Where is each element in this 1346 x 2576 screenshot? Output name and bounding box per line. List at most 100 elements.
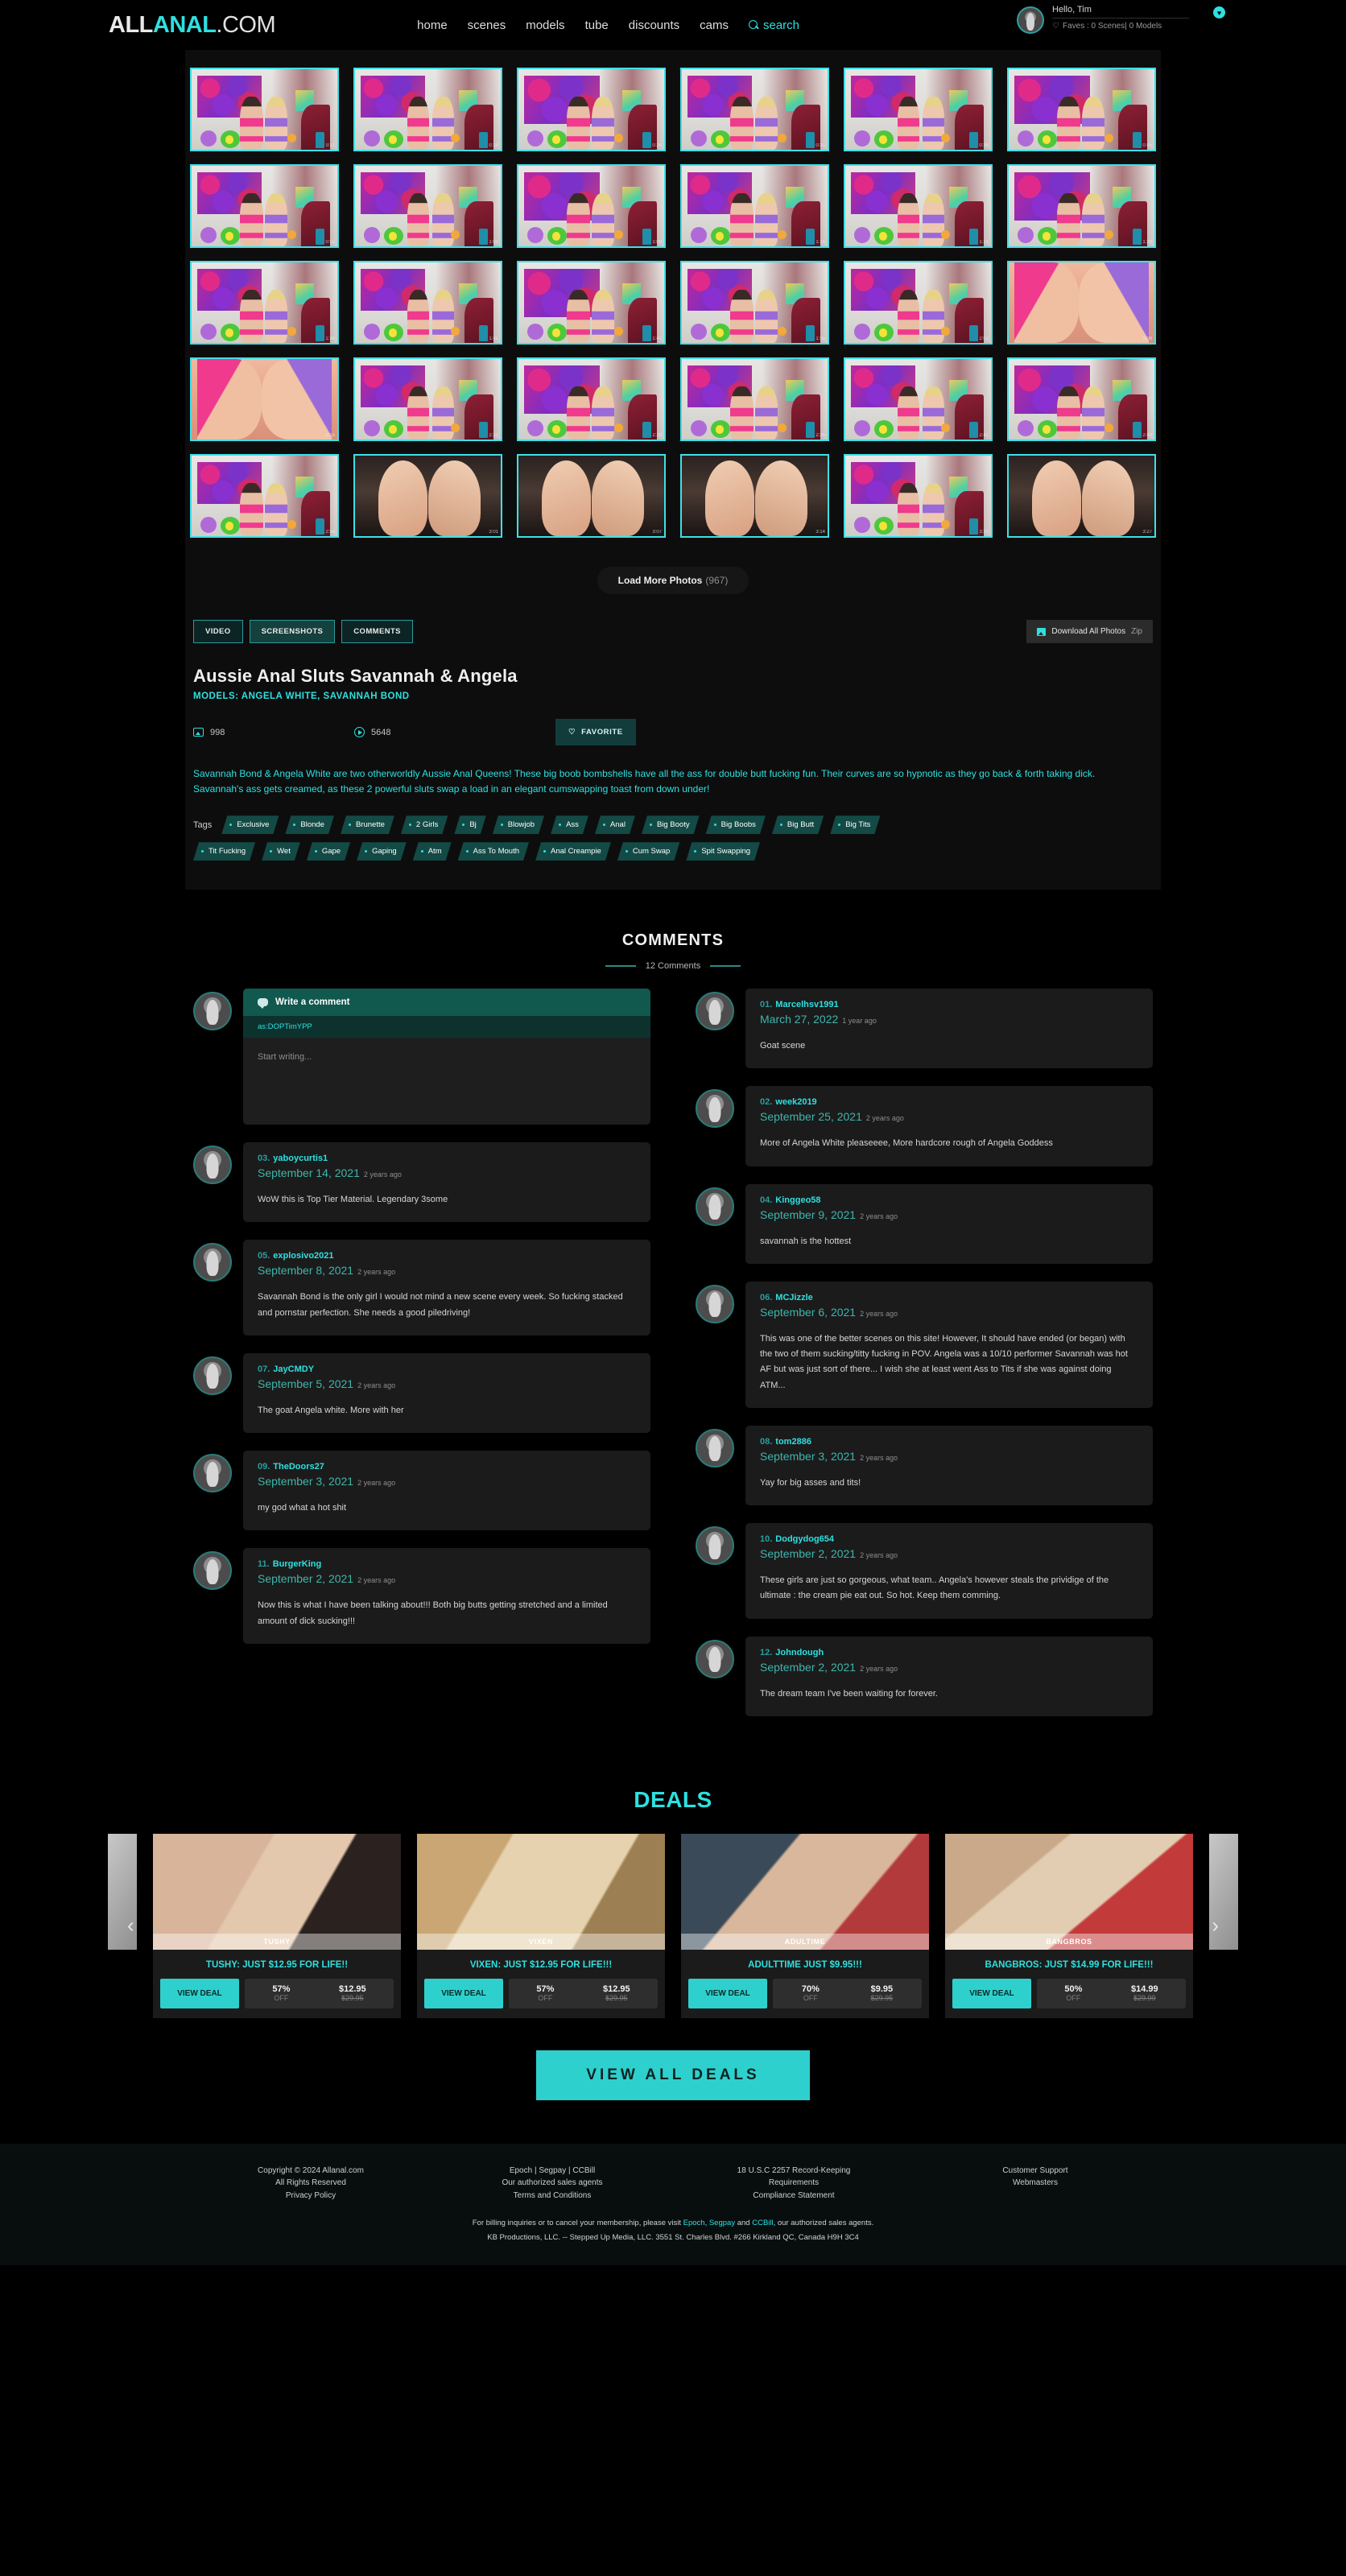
photo-thumbnail[interactable]: 2:35: [680, 357, 829, 441]
nav-item-home[interactable]: home: [417, 19, 448, 32]
comment-author[interactable]: MCJizzle: [775, 1293, 812, 1302]
photo-thumbnail[interactable]: 3:14: [680, 454, 829, 538]
tag-chip[interactable]: Blonde: [285, 815, 334, 834]
photo-thumbnail[interactable]: 1:09: [517, 164, 666, 248]
photo-thumbnail[interactable]: 0:18: [353, 68, 502, 151]
photo-thumbnail[interactable]: 3:07: [517, 454, 666, 538]
comment-author[interactable]: Marcelhsv1991: [775, 1000, 838, 1009]
nav-search-button[interactable]: search: [748, 19, 799, 32]
photo-thumbnail[interactable]: 3:20: [844, 454, 993, 538]
segpay-link[interactable]: Segpay: [709, 2219, 735, 2227]
photo-thumbnail[interactable]: 2:54: [190, 454, 339, 538]
tag-chip[interactable]: Cum Swap: [617, 842, 679, 861]
photo-thumbnail[interactable]: 2:08: [1007, 261, 1156, 345]
footer-billing-agents[interactable]: Epoch | Segpay | CCBill: [431, 2165, 673, 2178]
deal-card[interactable]: TUSHY TUSHY: JUST $12.95 FOR LIFE!! VIEW D…: [153, 1833, 401, 2018]
footer-privacy-policy-link[interactable]: Privacy Policy: [190, 2190, 431, 2202]
view-deal-button[interactable]: VIEW DEAL: [160, 1978, 239, 2008]
comment-author[interactable]: yaboycurtis1: [273, 1154, 328, 1163]
comment-author[interactable]: TheDoors27: [273, 1462, 324, 1472]
tag-chip[interactable]: Blowjob: [493, 815, 544, 834]
favorite-button[interactable]: ♡ FAVORITE: [555, 719, 636, 745]
tag-chip[interactable]: Bj: [454, 815, 485, 834]
tab-comments[interactable]: COMMENTS: [341, 620, 413, 643]
tag-chip[interactable]: 2 Girls: [401, 815, 448, 834]
comment-author[interactable]: Dodgydog654: [775, 1534, 834, 1544]
tag-chip[interactable]: Ass: [551, 815, 588, 834]
load-more-photos-button[interactable]: Load More Photos (967): [597, 567, 749, 594]
comment-author[interactable]: tom2886: [775, 1437, 811, 1447]
comment-author[interactable]: week2019: [775, 1097, 816, 1107]
tag-chip[interactable]: Big Butt: [772, 815, 824, 834]
photo-thumbnail[interactable]: 2:41: [844, 357, 993, 441]
site-logo[interactable]: ALLANAL.COM: [109, 12, 276, 39]
nav-item-tube[interactable]: tube: [585, 19, 609, 32]
view-all-deals-button[interactable]: VIEW ALL DEALS: [536, 2050, 810, 2100]
photo-thumbnail[interactable]: 0:45: [1007, 68, 1156, 151]
tag-chip[interactable]: Spit Swapping: [686, 842, 760, 861]
view-deal-button[interactable]: VIEW DEAL: [424, 1978, 503, 2008]
comment-author[interactable]: Johndough: [775, 1648, 824, 1657]
photo-thumbnail[interactable]: 2:28: [517, 357, 666, 441]
ccbill-link[interactable]: CCBill: [752, 2219, 773, 2227]
comment-author[interactable]: explosivo2021: [273, 1251, 333, 1261]
tag-chip[interactable]: Anal: [595, 815, 635, 834]
tab-screenshots[interactable]: SCREENSHOTS: [249, 620, 336, 643]
tag-chip[interactable]: Anal Creampie: [535, 842, 611, 861]
photo-thumbnail[interactable]: 2:02: [844, 261, 993, 345]
comment-author[interactable]: JayCMDY: [273, 1364, 314, 1374]
photo-thumbnail[interactable]: 1:41: [353, 261, 502, 345]
photo-thumbnail[interactable]: 1:02: [353, 164, 502, 248]
photo-thumbnail[interactable]: 1:47: [517, 261, 666, 345]
photo-thumbnail[interactable]: 3:01: [353, 454, 502, 538]
user-account-box[interactable]: Hello, Tim ♡ Faves : 0 Scenes| 0 Models …: [1017, 5, 1225, 34]
photo-thumbnail[interactable]: 0:38: [844, 68, 993, 151]
footer-customer-support-link[interactable]: Customer Support: [915, 2165, 1156, 2178]
nav-item-discounts[interactable]: discounts: [629, 19, 679, 32]
photo-thumbnail[interactable]: 0:52: [190, 164, 339, 248]
view-deal-button[interactable]: VIEW DEAL: [688, 1978, 767, 2008]
tag-chip[interactable]: Gape: [307, 842, 350, 861]
comment-input[interactable]: Start writing...: [243, 1038, 650, 1125]
tag-chip[interactable]: Gaping: [357, 842, 407, 861]
photo-thumbnail[interactable]: 2:15: [190, 357, 339, 441]
download-all-photos-button[interactable]: Download All Photos Zip: [1026, 620, 1153, 643]
footer-terms-link[interactable]: Terms and Conditions: [431, 2190, 673, 2202]
view-deal-button[interactable]: VIEW DEAL: [952, 1978, 1031, 2008]
photo-thumbnail[interactable]: 1:34: [190, 261, 339, 345]
tag-chip[interactable]: Atm: [413, 842, 452, 861]
nav-item-cams[interactable]: cams: [700, 19, 729, 32]
footer-webmasters-link[interactable]: Webmasters: [915, 2177, 1156, 2190]
tag-chip[interactable]: Big Tits: [830, 815, 880, 834]
epoch-link[interactable]: Epoch: [683, 2219, 705, 2227]
tag-chip[interactable]: Ass To Mouth: [458, 842, 529, 861]
photo-thumbnail[interactable]: 1:21: [844, 164, 993, 248]
deal-card[interactable]: BANGBROS BANGBROS: JUST $14.99 FOR LIFE!!…: [945, 1833, 1193, 2018]
tag-chip[interactable]: Wet: [262, 842, 300, 861]
photo-thumbnail[interactable]: 0:11: [190, 68, 339, 151]
deal-card[interactable]: VIXEN VIXEN: JUST $12.95 FOR LIFE!!! VIEW …: [417, 1833, 665, 2018]
photo-thumbnail[interactable]: 1:15: [680, 164, 829, 248]
tag-chip[interactable]: Big Boobs: [706, 815, 766, 834]
photo-thumbnail[interactable]: 2:22: [353, 357, 502, 441]
photo-thumbnail[interactable]: 1:55: [680, 261, 829, 345]
photo-thumbnail[interactable]: 1:28: [1007, 164, 1156, 248]
photo-thumbnail[interactable]: 0:24: [517, 68, 666, 151]
carousel-prev-arrow[interactable]: ‹: [127, 1913, 134, 1938]
photo-thumbnail[interactable]: 0:31: [680, 68, 829, 151]
tag-chip[interactable]: Brunette: [341, 815, 394, 834]
tab-video[interactable]: VIDEO: [193, 620, 243, 643]
photo-thumbnail[interactable]: 2:48: [1007, 357, 1156, 441]
carousel-next-arrow[interactable]: ›: [1212, 1913, 1219, 1938]
user-faves[interactable]: ♡ Faves : 0 Scenes| 0 Models: [1052, 19, 1189, 31]
deal-card[interactable]: ADULTIME ADULTTIME JUST $9.95!!! VIEW DEAL…: [681, 1833, 929, 2018]
nav-item-models[interactable]: models: [526, 19, 564, 32]
tag-chip[interactable]: Tit Fucking: [193, 842, 255, 861]
scene-models[interactable]: MODELS: ANGELA WHITE, SAVANNAH BOND: [193, 691, 1153, 701]
photo-thumbnail[interactable]: 3:27: [1007, 454, 1156, 538]
tag-chip[interactable]: Big Booty: [642, 815, 700, 834]
write-comment-box[interactable]: Write a comment as:DOPTimYPP Start writi…: [243, 989, 650, 1125]
comment-author[interactable]: BurgerKing: [273, 1559, 322, 1569]
footer-compliance-link[interactable]: Compliance Statement: [673, 2190, 915, 2202]
comment-author[interactable]: Kinggeo58: [775, 1195, 820, 1205]
